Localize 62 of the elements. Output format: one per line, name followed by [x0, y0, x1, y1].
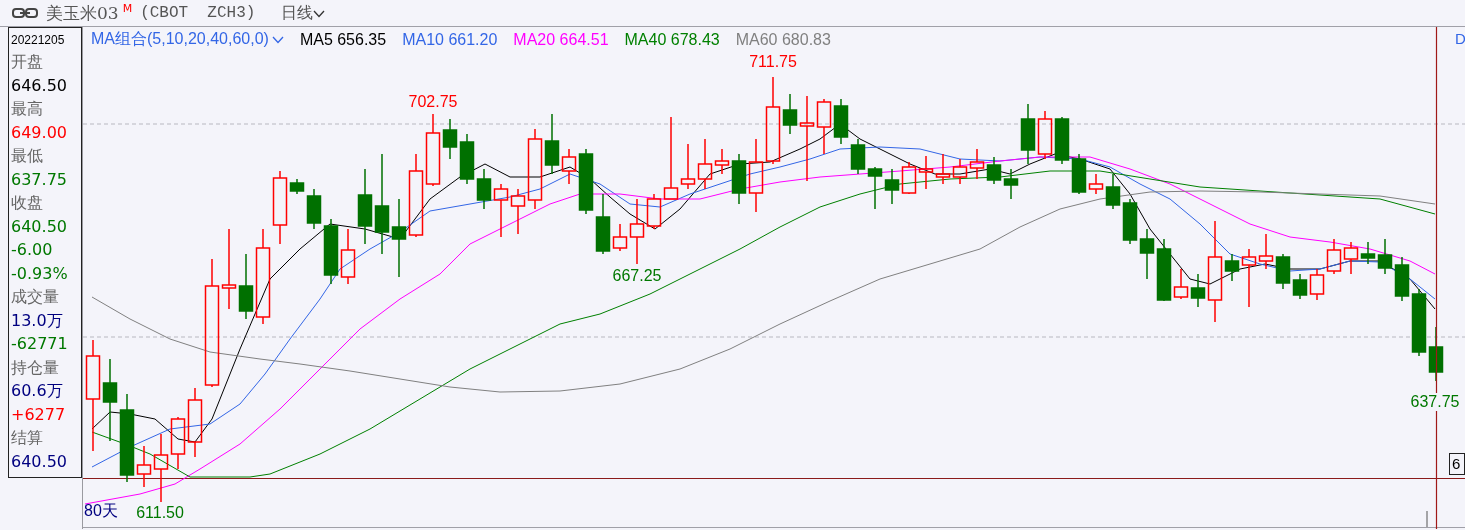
candlestick — [969, 148, 985, 180]
moving-average-legend: MA5 656.35 — [299, 30, 387, 49]
candlestick — [918, 155, 934, 190]
field-value: 646.50 — [11, 74, 68, 97]
candlestick — [1020, 103, 1036, 165]
field-value: +6277 — [11, 403, 67, 426]
range-label: 80天 — [84, 501, 118, 521]
candlestick — [1139, 228, 1155, 280]
field-value: 640.50 — [11, 450, 68, 473]
price-label: 637.75 — [1410, 393, 1460, 411]
caret-icon — [271, 35, 284, 44]
field-label: 最低 — [11, 145, 44, 167]
candlestick — [170, 416, 186, 470]
candlestick — [459, 133, 475, 185]
candlestick — [884, 168, 900, 205]
candlestick — [1326, 238, 1342, 275]
period-dropdown[interactable]: 日线 — [281, 2, 326, 24]
indicator-selector[interactable]: MA组合(5,10,20,40,60,0) — [91, 29, 284, 50]
candlestick — [1003, 168, 1019, 200]
candlestick — [1054, 116, 1070, 165]
date-label: 20221205 — [11, 32, 66, 49]
candlestick — [493, 183, 509, 238]
field-label: 结算 — [11, 427, 44, 449]
field-value: -62771 — [11, 333, 69, 355]
candlestick — [1309, 268, 1325, 301]
field-value: -0.93% — [11, 262, 69, 285]
field-label: 持仓量 — [11, 356, 60, 379]
candlestick — [1428, 326, 1444, 382]
candlestick — [340, 228, 356, 285]
field-value: 60.6万 — [11, 380, 64, 402]
field-label: 开盘 — [11, 51, 44, 73]
candlestick — [867, 166, 883, 210]
field-value: 649.00 — [11, 121, 68, 144]
moving-average-legend: MA60 680.83 — [735, 30, 831, 49]
field-label: 最高 — [11, 98, 44, 120]
instrument-title: 美玉米03$^{M}$ — [46, 1, 133, 25]
candlestick — [1275, 253, 1291, 290]
moving-average-legend: MA20 664.51 — [513, 30, 609, 49]
field-label: 收盘 — [11, 192, 44, 214]
candlestick — [1343, 241, 1359, 275]
candlestick — [935, 153, 951, 185]
candlestick — [986, 156, 1002, 185]
price-tag: 6 — [1449, 453, 1465, 475]
field-value: 640.50 — [11, 215, 68, 238]
field-value: 13.0万 — [11, 309, 64, 332]
candlestick — [1122, 198, 1138, 245]
candlestick — [850, 138, 866, 175]
moving-average-legend: MA10 661.20 — [402, 30, 498, 49]
moving-average-legend: MA40 678.43 — [624, 30, 720, 49]
candlestick — [1292, 273, 1308, 300]
field-value: 637.75 — [11, 168, 68, 191]
candlestick — [952, 158, 968, 185]
candlestick — [476, 168, 492, 210]
candlestick — [1037, 110, 1053, 160]
field-value: -6.00 — [11, 239, 54, 261]
caret-icon — [313, 9, 326, 18]
candlestick — [901, 161, 917, 195]
instrument-code: (CBOT ZCH3) — [140, 4, 256, 22]
legend-fragment: D — [1455, 30, 1465, 47]
link-icon[interactable] — [12, 7, 38, 19]
candlestick — [833, 98, 849, 145]
field-label: 成交量 — [11, 286, 60, 308]
